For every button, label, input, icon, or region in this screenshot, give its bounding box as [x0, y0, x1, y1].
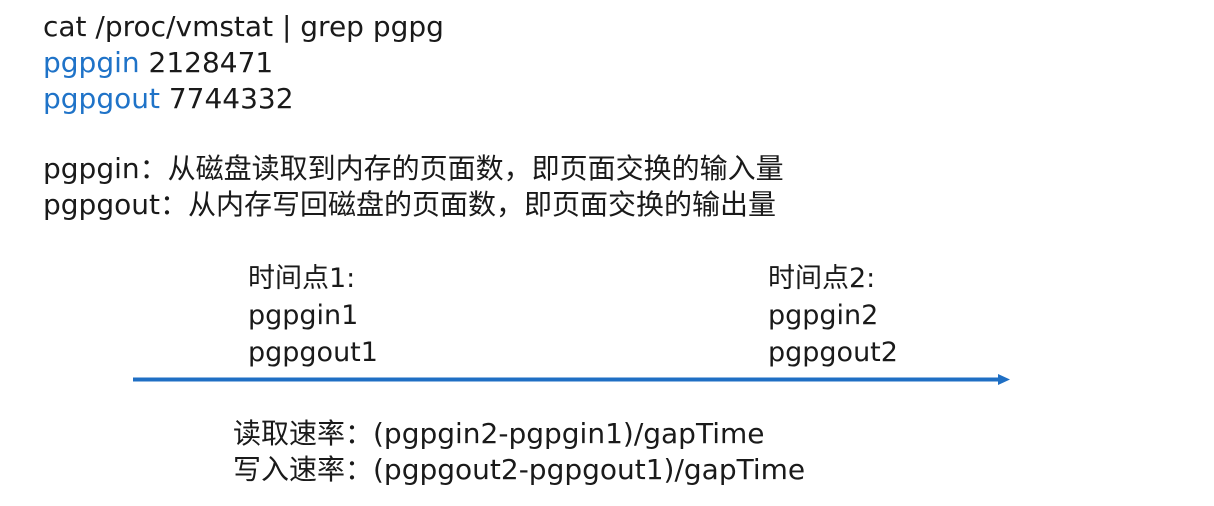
formula-read-rate: 读取速率：(pgpgin2-pgpgin1)/gapTime [233, 417, 765, 450]
formula-write-rate: 写入速率：(pgpgout2-pgpgout1)/gapTime [233, 453, 806, 486]
timeline-arrowhead [998, 374, 1010, 385]
arrow-right-icon [133, 374, 1010, 385]
